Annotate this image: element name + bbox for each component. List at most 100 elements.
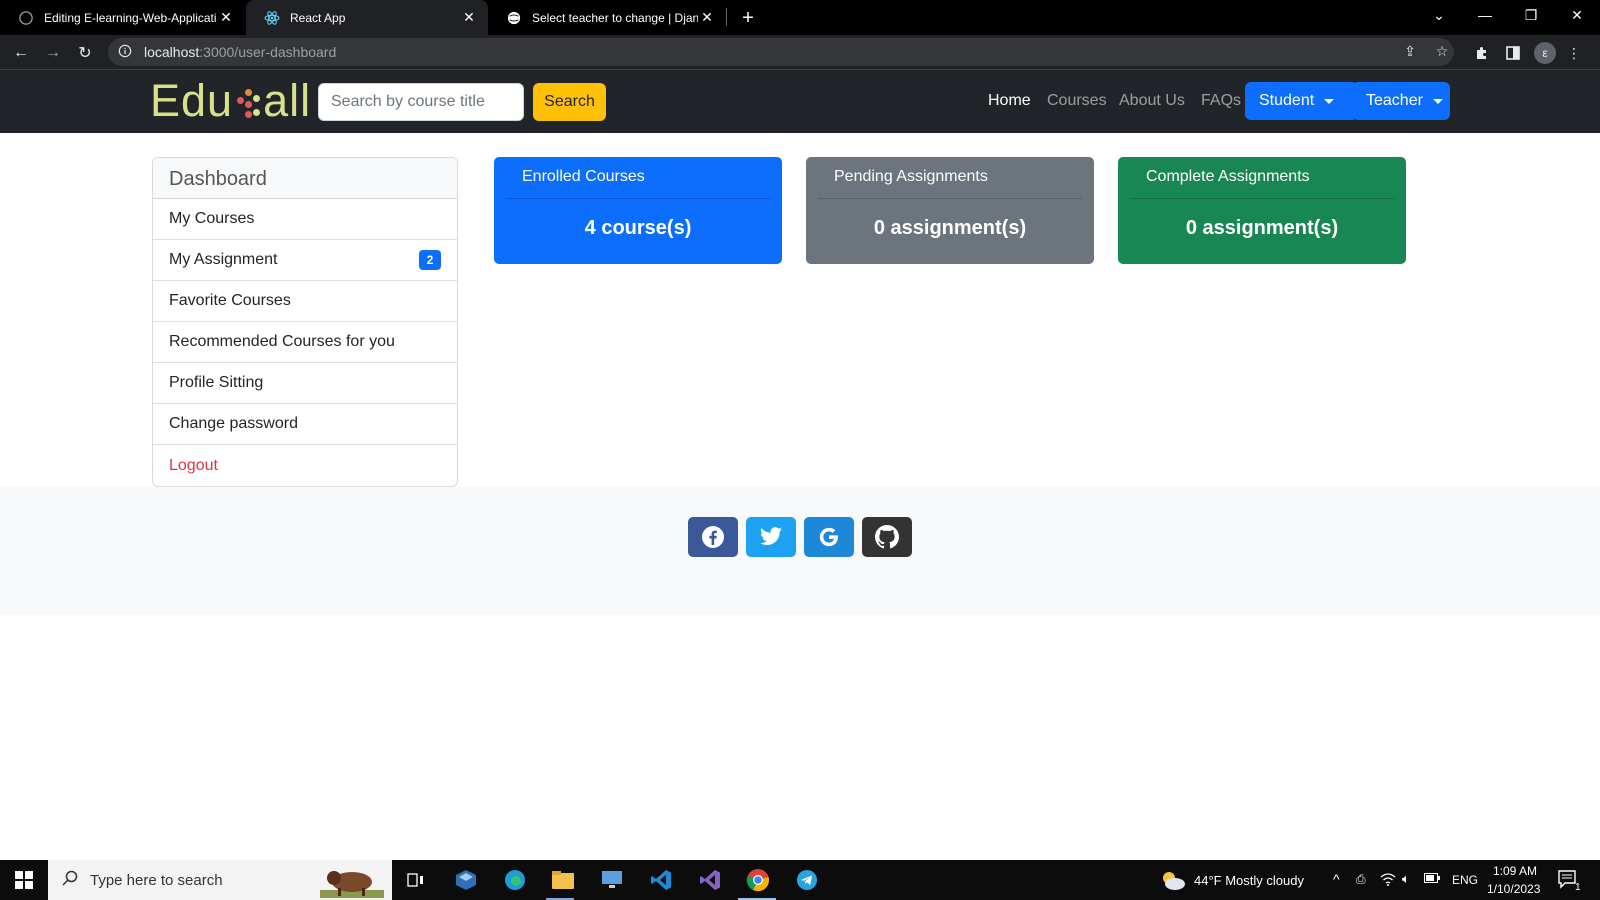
sidebar-item-profile-setting[interactable]: Profile Sitting <box>153 363 457 404</box>
nav-link-about-us[interactable]: About Us <box>1119 92 1185 110</box>
extensions-puzzle-icon[interactable] <box>1470 41 1494 65</box>
dashboard-sidebar: Dashboard My Courses My Assignment 2 Fav… <box>152 157 458 487</box>
close-icon[interactable]: ✕ <box>460 9 478 27</box>
course-search-input[interactable] <box>318 83 524 121</box>
new-tab-button[interactable]: + <box>736 6 760 30</box>
assignment-count-badge: 2 <box>419 250 441 270</box>
tab-title: React App <box>290 10 346 25</box>
virtualbox-icon[interactable] <box>452 866 480 894</box>
task-view-icon[interactable] <box>402 866 430 894</box>
taskbar-search-placeholder: Type here to search <box>90 871 223 889</box>
card-value: 0 assignment(s) <box>1185 217 1339 239</box>
facebook-icon[interactable] <box>688 517 738 557</box>
browser-tab-react-app[interactable]: React App ✕ <box>246 0 488 35</box>
visual-studio-icon[interactable] <box>696 866 724 894</box>
page-footer <box>0 487 1600 615</box>
volume-icon[interactable]: 🔈︎ <box>1402 871 1410 887</box>
github-icon[interactable] <box>862 517 912 557</box>
close-icon[interactable]: ✕ <box>217 9 235 27</box>
profile-avatar[interactable]: ε <box>1534 42 1556 64</box>
cloudy-weather-icon[interactable] <box>1160 869 1186 896</box>
globe-icon <box>506 10 522 26</box>
sidebar-item-my-assignment[interactable]: My Assignment 2 <box>153 240 457 281</box>
back-arrow-icon[interactable]: ← <box>8 40 34 66</box>
address-bar[interactable]: localhost:3000/user-dashboard <box>108 38 1454 66</box>
react-icon <box>264 10 280 26</box>
sidebar-item-change-password[interactable]: Change password <box>153 404 457 445</box>
language-indicator[interactable]: ENG <box>1452 873 1478 887</box>
browser-tab-github[interactable]: Editing E-learning-Web-Applicati ✕ <box>0 0 245 35</box>
vscode-icon[interactable] <box>647 866 675 894</box>
card-complete-assignments[interactable]: Complete Assignments 0 assignment(s) <box>1118 157 1406 264</box>
wifi-icon[interactable] <box>1380 872 1396 889</box>
clock-date[interactable]: 1/10/2023 <box>1487 882 1540 896</box>
browser-tab-bar: Editing E-learning-Web-Applicati ✕ React… <box>0 0 1600 35</box>
more-vertical-icon[interactable]: ⋮ <box>1562 41 1586 65</box>
clock-time[interactable]: 1:09 AM <box>1493 864 1537 878</box>
sidebar-item-label: My Courses <box>169 210 255 227</box>
meet-now-icon[interactable]: ⎙ <box>1356 872 1366 887</box>
bison-illustration-icon <box>320 864 384 898</box>
tab-title: Select teacher to change | Djang <box>532 10 698 25</box>
card-title: Complete Assignments <box>1130 157 1394 199</box>
tab-search-chevron-icon[interactable]: ⌄ <box>1416 0 1462 30</box>
nav-link-faqs[interactable]: FAQs <box>1201 92 1241 110</box>
star-icon[interactable]: ☆ <box>1432 41 1452 61</box>
brand-text-right: all <box>263 75 312 126</box>
share-icon[interactable]: ⇪ <box>1400 41 1420 61</box>
sidebar-item-label: Recommended Courses for you <box>169 333 395 350</box>
sidebar-item-logout[interactable]: Logout <box>153 445 457 486</box>
close-icon[interactable]: ✕ <box>698 9 716 27</box>
sidebar-header: Dashboard <box>153 158 457 199</box>
card-title: Pending Assignments <box>818 157 1082 199</box>
teacher-dropdown-button[interactable]: Teacher <box>1352 82 1450 120</box>
close-window-button[interactable]: ✕ <box>1554 0 1600 30</box>
card-enrolled-courses[interactable]: Enrolled Courses 4 course(s) <box>494 157 782 264</box>
battery-icon[interactable] <box>1424 872 1440 886</box>
chrome-icon[interactable] <box>744 866 772 894</box>
tray-chevron-up-icon[interactable]: ^ <box>1333 871 1340 887</box>
google-icon[interactable] <box>804 517 854 557</box>
sidebar-item-label: Profile Sitting <box>169 374 264 391</box>
info-icon[interactable] <box>118 44 134 60</box>
caret-down-icon <box>1432 98 1443 104</box>
taskbar-search-box[interactable]: Type here to search <box>48 860 392 900</box>
twitter-icon[interactable] <box>746 517 796 557</box>
sidebar-item-label: Logout <box>169 456 218 474</box>
tab-separator <box>726 8 727 26</box>
restore-button[interactable]: ❐ <box>1508 0 1554 30</box>
windows-start-icon[interactable] <box>10 866 38 894</box>
edge-browser-icon[interactable] <box>501 866 529 894</box>
file-explorer-icon[interactable] <box>549 866 577 894</box>
caret-down-icon <box>1324 98 1335 104</box>
sidebar-item-label: My Assignment <box>169 251 278 268</box>
brand-text-left: Edu <box>150 75 234 126</box>
brand-logo[interactable]: Edu all <box>150 75 312 126</box>
nav-link-courses[interactable]: Courses <box>1047 92 1107 110</box>
reload-icon[interactable]: ↻ <box>72 40 98 66</box>
side-panel-icon[interactable] <box>1501 41 1525 65</box>
card-title: Enrolled Courses <box>506 157 770 199</box>
weather-text[interactable]: 44°F Mostly cloudy <box>1194 873 1304 888</box>
card-value: 4 course(s) <box>584 217 692 239</box>
student-dropdown-label: Student <box>1259 92 1315 109</box>
sidebar-item-favorite-courses[interactable]: Favorite Courses <box>153 281 457 322</box>
windows-taskbar: Type here to search 44°F Mostly cloudy ^… <box>0 860 1600 900</box>
forward-arrow-icon[interactable]: → <box>40 40 66 66</box>
search-icon <box>62 870 78 890</box>
url-host: localhost <box>144 44 200 60</box>
card-pending-assignments[interactable]: Pending Assignments 0 assignment(s) <box>806 157 1094 264</box>
browser-tab-django[interactable]: Select teacher to change | Djang ✕ <box>488 0 726 35</box>
minimize-button[interactable]: — <box>1462 0 1508 30</box>
search-button[interactable]: Search <box>533 83 606 121</box>
nav-link-home[interactable]: Home <box>988 92 1031 110</box>
teacher-dropdown-label: Teacher <box>1366 92 1423 109</box>
student-dropdown-button[interactable]: Student <box>1245 82 1358 120</box>
telegram-icon[interactable] <box>793 866 821 894</box>
app-navbar: Edu all Search Home Courses About Us FAQ… <box>0 70 1600 133</box>
browser-toolbar: ← → ↻ localhost:3000/user-dashboard ⇪ ☆ … <box>0 35 1600 70</box>
url-text: localhost:3000/user-dashboard <box>144 44 336 60</box>
sidebar-item-my-courses[interactable]: My Courses <box>153 199 457 240</box>
sidebar-item-recommended-courses[interactable]: Recommended Courses for you <box>153 322 457 363</box>
remote-desktop-icon[interactable] <box>598 866 626 894</box>
